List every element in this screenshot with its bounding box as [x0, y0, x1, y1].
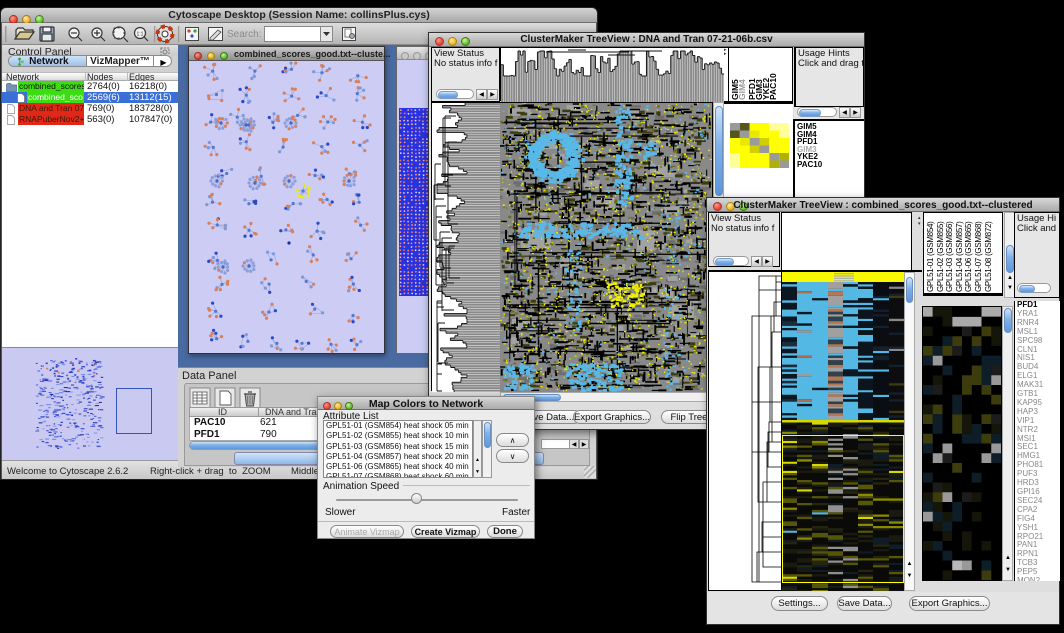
svg-text:1:1: 1:1: [137, 32, 144, 38]
svg-text:Search:: Search:: [227, 29, 261, 40]
